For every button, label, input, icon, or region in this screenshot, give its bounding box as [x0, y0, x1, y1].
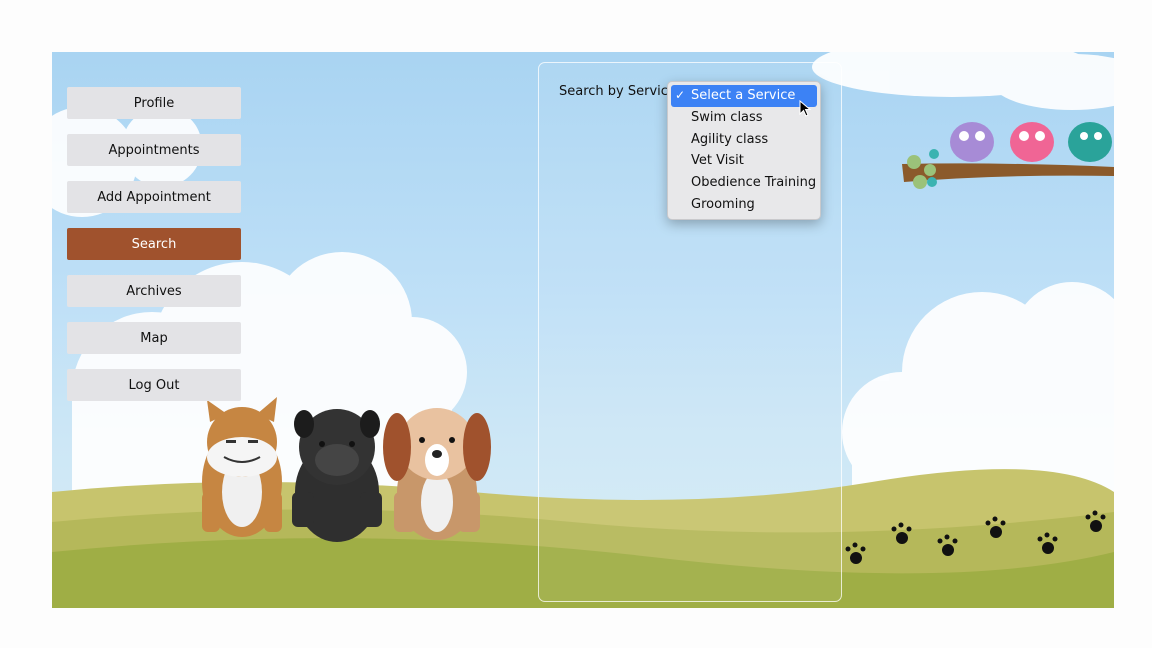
- service-option[interactable]: Agility class: [671, 129, 817, 151]
- service-option-label: Agility class: [691, 131, 769, 147]
- pink-bird-illustration: [1010, 122, 1054, 162]
- nav-profile-button[interactable]: Profile: [67, 87, 241, 119]
- service-option-label: Select a Service: [691, 88, 796, 103]
- background-scene: Profile Appointments Add Appointment Sea…: [52, 52, 1114, 608]
- nav-logout-button[interactable]: Log Out: [67, 369, 241, 401]
- service-select-dropdown[interactable]: ✓ Select a Service Swim class Agility cl…: [667, 81, 821, 220]
- nav-appointments-button[interactable]: Appointments: [67, 134, 241, 166]
- nav-archives-button[interactable]: Archives: [67, 275, 241, 307]
- service-option[interactable]: Vet Visit: [671, 150, 817, 172]
- shiba-dog-illustration: [202, 397, 282, 537]
- service-option[interactable]: Swim class: [671, 107, 817, 129]
- sidebar-nav: Profile Appointments Add Appointment Sea…: [67, 87, 241, 416]
- pug-dog-illustration: [292, 409, 382, 542]
- checkmark-icon: ✓: [675, 88, 686, 102]
- service-option[interactable]: ✓ Select a Service: [671, 85, 817, 107]
- service-option-label: Swim class: [691, 109, 763, 125]
- search-by-service-label: Search by Service:: [559, 84, 681, 99]
- nav-map-button[interactable]: Map: [67, 322, 241, 354]
- service-option-label: Vet Visit: [691, 153, 744, 169]
- nav-search-button[interactable]: Search: [67, 228, 241, 260]
- service-option-label: Grooming: [691, 196, 755, 212]
- service-option[interactable]: Grooming: [671, 194, 817, 216]
- nav-add-appointment-button[interactable]: Add Appointment: [67, 181, 241, 213]
- beagle-dog-illustration: [383, 408, 491, 540]
- service-option-label: Obedience Training: [691, 175, 817, 191]
- mouse-cursor-icon: [799, 100, 812, 117]
- service-option[interactable]: Obedience Training: [671, 172, 817, 194]
- teal-bird-illustration: [1068, 122, 1112, 162]
- purple-bird-illustration: [950, 122, 994, 162]
